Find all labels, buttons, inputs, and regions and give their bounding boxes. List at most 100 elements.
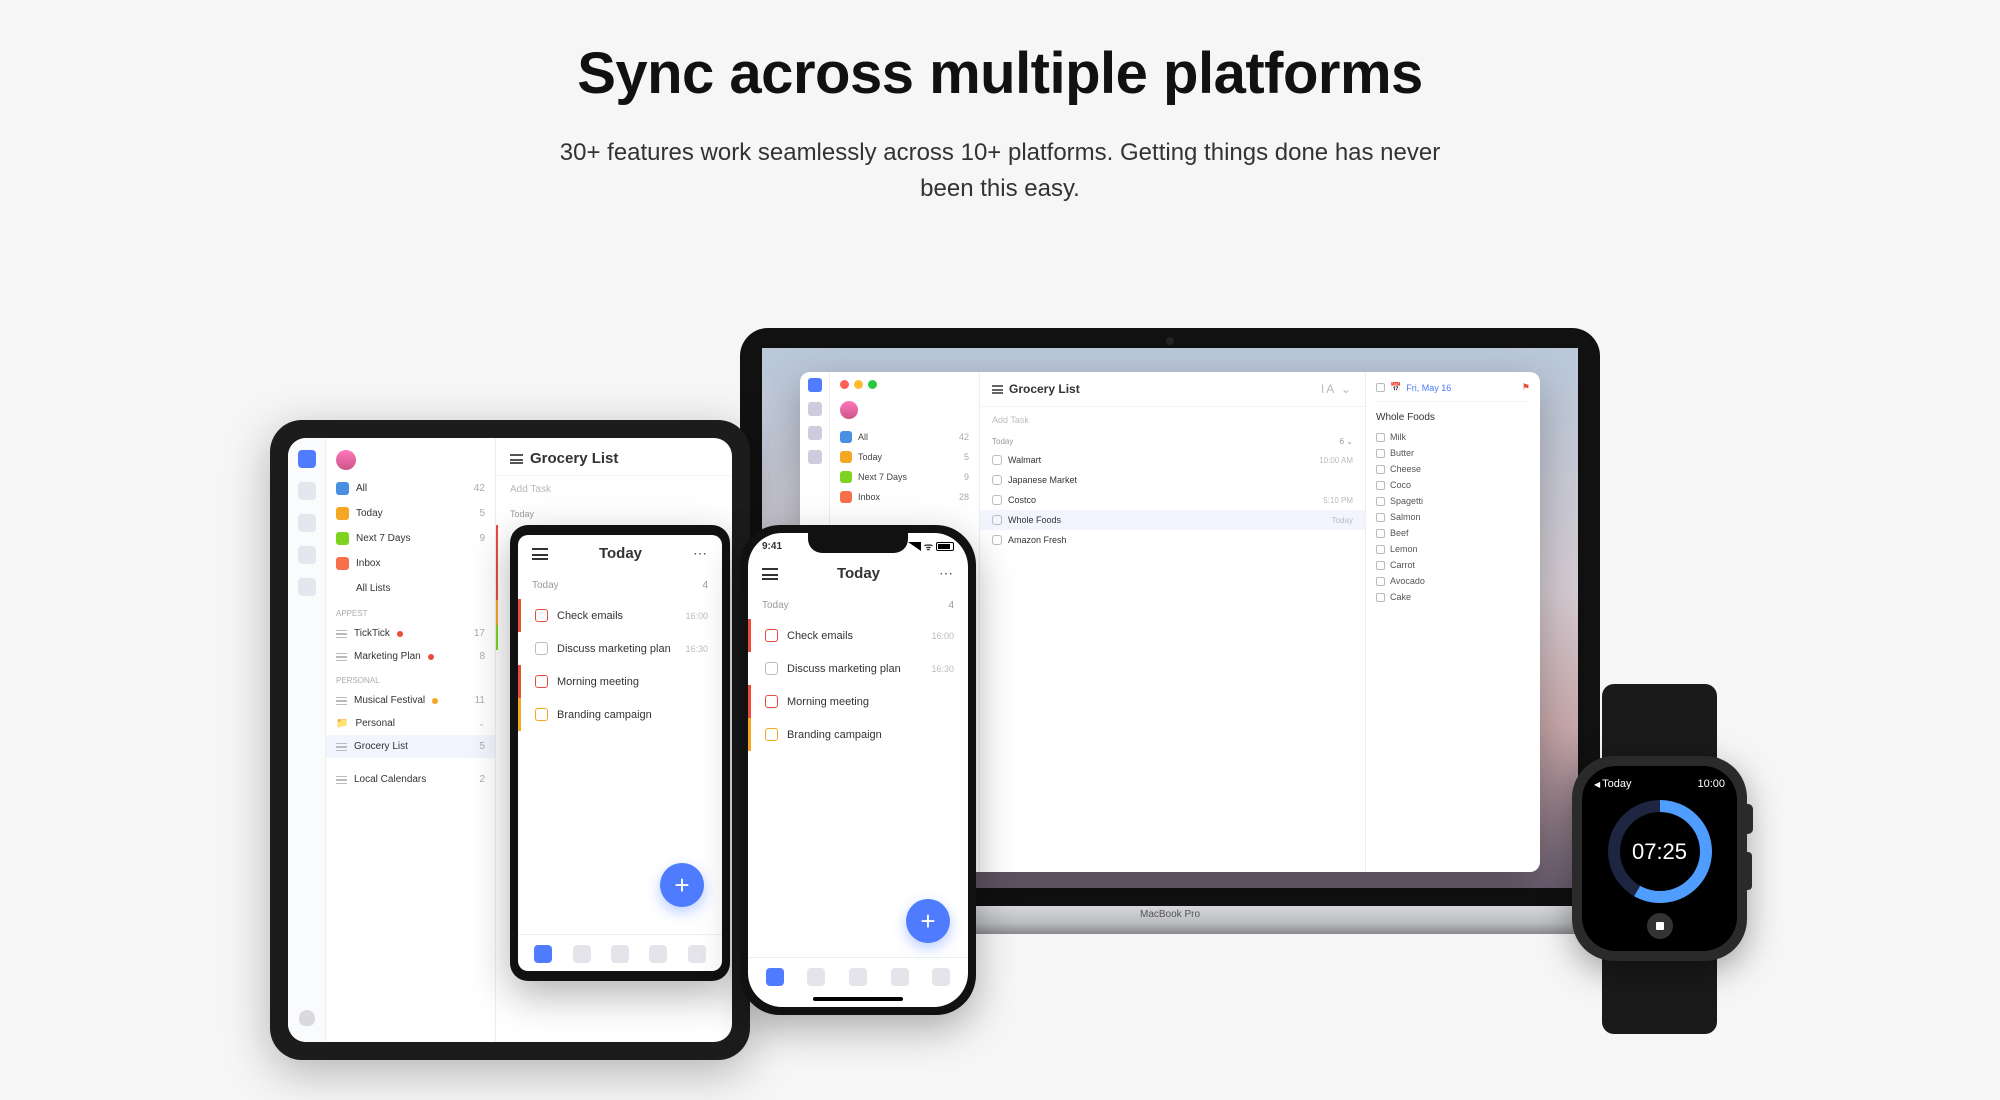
tab-pomo-icon[interactable] bbox=[611, 945, 629, 963]
watch-stop-button[interactable] bbox=[1647, 913, 1673, 939]
rail-settings-icon[interactable] bbox=[298, 578, 316, 596]
checkbox-icon[interactable] bbox=[1376, 465, 1385, 474]
sidebar-item[interactable]: Inbox bbox=[326, 551, 495, 576]
task-row[interactable]: Branding campaign bbox=[518, 698, 722, 731]
watch-back-button[interactable]: Today bbox=[1594, 778, 1632, 790]
mac-nav-item[interactable]: Next 7 Days 9 bbox=[830, 467, 979, 487]
mac-task-row[interactable]: Amazon Fresh bbox=[980, 530, 1365, 550]
mac-user-avatar[interactable] bbox=[830, 397, 979, 423]
more-icon[interactable]: ⋯ bbox=[939, 565, 954, 582]
tab-settings-icon[interactable] bbox=[688, 945, 706, 963]
tab-calendar-icon[interactable] bbox=[573, 945, 591, 963]
checkbox-icon[interactable] bbox=[1376, 449, 1385, 458]
sidebar-item[interactable]: 📁 Personal ⌄ bbox=[326, 712, 495, 735]
tab-pomo-icon[interactable] bbox=[849, 968, 867, 986]
mac-task-row[interactable]: Costco 5:10 PM bbox=[980, 490, 1365, 510]
hamburger-icon[interactable] bbox=[532, 548, 548, 560]
sidebar-item[interactable]: Grocery List 5 bbox=[326, 735, 495, 758]
subtask-row[interactable]: Cheese bbox=[1376, 461, 1530, 477]
checkbox-icon[interactable] bbox=[992, 455, 1002, 465]
task-row[interactable]: Morning meeting bbox=[748, 685, 968, 718]
tab-habit-icon[interactable] bbox=[649, 945, 667, 963]
subtask-row[interactable]: Butter bbox=[1376, 445, 1530, 461]
subtask-row[interactable]: Coco bbox=[1376, 477, 1530, 493]
checkbox-icon[interactable] bbox=[1376, 529, 1385, 538]
checkbox-icon[interactable] bbox=[765, 728, 778, 741]
subtask-row[interactable]: Milk bbox=[1376, 429, 1530, 445]
checkbox-icon[interactable] bbox=[535, 609, 548, 622]
checkbox-icon[interactable] bbox=[765, 629, 778, 642]
checkbox-icon[interactable] bbox=[535, 708, 548, 721]
checkbox-icon[interactable] bbox=[1376, 383, 1385, 392]
calendar-icon[interactable]: 📅 bbox=[1390, 382, 1401, 393]
rail-check-icon[interactable] bbox=[298, 450, 316, 468]
mac-nav-item[interactable]: Today 5 bbox=[830, 447, 979, 467]
chevron-down-icon[interactable]: ⌄ bbox=[478, 719, 485, 728]
tab-tasks-icon[interactable] bbox=[766, 968, 784, 986]
task-row[interactable]: Discuss marketing plan 16:30 bbox=[748, 652, 968, 685]
rail-check-icon[interactable] bbox=[808, 378, 822, 392]
sidebar-item[interactable]: All 42 bbox=[326, 476, 495, 501]
rail-calendar-icon[interactable] bbox=[808, 402, 822, 416]
subtask-row[interactable]: Carrot bbox=[1376, 557, 1530, 573]
sidebar-item-local-calendars[interactable]: Local Calendars 2 bbox=[326, 768, 495, 791]
hamburger-icon[interactable] bbox=[510, 454, 523, 464]
sidebar-item[interactable]: Today 5 bbox=[326, 501, 495, 526]
mac-task-row[interactable]: Walmart 10:00 AM bbox=[980, 450, 1365, 470]
checkbox-icon[interactable] bbox=[1376, 513, 1385, 522]
checkbox-icon[interactable] bbox=[1376, 481, 1385, 490]
sidebar-item[interactable]: Musical Festival 11 bbox=[326, 689, 495, 712]
rail-search-icon[interactable] bbox=[808, 426, 822, 440]
checkbox-icon[interactable] bbox=[1376, 561, 1385, 570]
checkbox-icon[interactable] bbox=[765, 695, 778, 708]
checkbox-icon[interactable] bbox=[1376, 577, 1385, 586]
hamburger-icon[interactable] bbox=[762, 568, 778, 580]
checkbox-icon[interactable] bbox=[992, 535, 1002, 545]
subtask-row[interactable]: Beef bbox=[1376, 525, 1530, 541]
add-task-fab[interactable]: + bbox=[906, 899, 950, 943]
mac-nav-item[interactable]: Inbox 28 bbox=[830, 487, 979, 507]
rail-habit-icon[interactable] bbox=[298, 514, 316, 532]
checkbox-icon[interactable] bbox=[1376, 545, 1385, 554]
checkbox-icon[interactable] bbox=[1376, 497, 1385, 506]
sidebar-item[interactable]: Next 7 Days 9 bbox=[326, 526, 495, 551]
subtask-row[interactable]: Salmon bbox=[1376, 509, 1530, 525]
ipad-add-task-input[interactable]: Add Task bbox=[496, 475, 732, 503]
mac-traffic-lights[interactable] bbox=[830, 372, 979, 397]
task-row[interactable]: Discuss marketing plan 16:30 bbox=[518, 632, 722, 665]
checkbox-icon[interactable] bbox=[992, 475, 1002, 485]
mac-task-row[interactable]: Japanese Market bbox=[980, 470, 1365, 490]
tab-settings-icon[interactable] bbox=[932, 968, 950, 986]
sidebar-item[interactable]: Marketing Plan 8 bbox=[326, 645, 495, 668]
add-task-fab[interactable]: + bbox=[660, 863, 704, 907]
mac-header-menu[interactable]: IA ⌄ bbox=[1321, 382, 1353, 396]
sidebar-item[interactable]: TickTick 17 bbox=[326, 622, 495, 645]
checkbox-icon[interactable] bbox=[535, 675, 548, 688]
checkbox-icon[interactable] bbox=[535, 642, 548, 655]
tab-tasks-icon[interactable] bbox=[534, 945, 552, 963]
mac-section-count[interactable]: 6 ⌄ bbox=[1340, 437, 1353, 446]
subtask-row[interactable]: Spagetti bbox=[1376, 493, 1530, 509]
checkbox-icon[interactable] bbox=[1376, 433, 1385, 442]
flag-icon[interactable]: ⚑ bbox=[1522, 382, 1530, 393]
subtask-row[interactable]: Cake bbox=[1376, 589, 1530, 605]
hamburger-icon[interactable] bbox=[992, 385, 1003, 394]
more-icon[interactable]: ⋯ bbox=[693, 545, 708, 562]
task-row[interactable]: Morning meeting bbox=[518, 665, 722, 698]
subtask-row[interactable]: Lemon bbox=[1376, 541, 1530, 557]
subtask-row[interactable]: Avocado bbox=[1376, 573, 1530, 589]
mac-add-task-input[interactable]: Add Task bbox=[980, 407, 1365, 433]
ipad-user-avatar[interactable] bbox=[326, 444, 495, 476]
bell-icon[interactable] bbox=[299, 1010, 315, 1026]
checkbox-icon[interactable] bbox=[1376, 593, 1385, 602]
tab-habit-icon[interactable] bbox=[891, 968, 909, 986]
task-row[interactable]: Check emails 16:00 bbox=[748, 619, 968, 652]
tab-calendar-icon[interactable] bbox=[807, 968, 825, 986]
mac-task-row[interactable]: Whole Foods Today bbox=[980, 510, 1365, 530]
mac-nav-item[interactable]: All 42 bbox=[830, 427, 979, 447]
sidebar-item[interactable]: All Lists bbox=[326, 576, 495, 601]
task-row[interactable]: Check emails 16:00 bbox=[518, 599, 722, 632]
rail-calendar-icon[interactable] bbox=[298, 482, 316, 500]
checkbox-icon[interactable] bbox=[992, 495, 1002, 505]
checkbox-icon[interactable] bbox=[765, 662, 778, 675]
